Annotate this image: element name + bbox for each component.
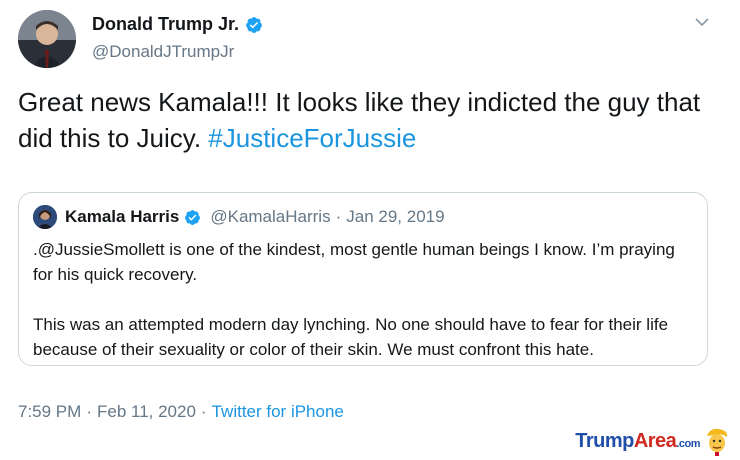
watermark-logo-icon: [707, 428, 728, 456]
quoted-author-handle[interactable]: @KamalaHarris: [210, 207, 330, 227]
author-name-row: Donald Trump Jr.: [92, 14, 263, 35]
quoted-tweet[interactable]: Kamala Harris @KamalaHarris · Jan 29, 20…: [18, 192, 708, 366]
quoted-author-avatar-image: [33, 205, 57, 229]
quoted-separator: ·: [335, 207, 342, 226]
meta-separator: ·: [86, 402, 92, 421]
author-handle[interactable]: @DonaldJTrumpJr: [92, 42, 234, 62]
watermark: TrumpArea.com: [575, 426, 730, 456]
chevron-down-icon[interactable]: [694, 14, 710, 30]
watermark-suffix: .com: [676, 437, 700, 450]
quoted-date[interactable]: Jan 29, 2019: [346, 207, 444, 227]
meta-separator-2: ·: [200, 402, 207, 421]
author-avatar-image: [18, 10, 76, 68]
verified-badge-icon: [246, 16, 262, 33]
tweet-text: Great news Kamala!!! It looks like they …: [18, 84, 718, 156]
hashtag-link[interactable]: #JusticeForJussie: [208, 123, 416, 153]
quoted-body: .@JussieSmollett is one of the kindest, …: [33, 237, 693, 362]
tweet-metadata: 7:59 PM · Feb 11, 2020 · Twitter for iPh…: [18, 402, 344, 422]
author-avatar[interactable]: [18, 10, 76, 68]
quoted-author-name[interactable]: Kamala Harris: [65, 207, 179, 227]
watermark-part2: Area: [633, 429, 677, 452]
quoted-author-avatar: [33, 205, 57, 229]
tweet-date[interactable]: Feb 11, 2020: [97, 402, 196, 422]
quoted-paragraph-1: .@JussieSmollett is one of the kindest, …: [33, 240, 675, 284]
tweet-time[interactable]: 7:59 PM: [18, 402, 81, 422]
quoted-paragraph-2: This was an attempted modern day lynchin…: [33, 315, 669, 359]
watermark-part1: Trump: [575, 429, 634, 452]
quoted-header: Kamala Harris @KamalaHarris · Jan 29, 20…: [65, 207, 445, 227]
quoted-verified-badge-icon: [185, 209, 201, 225]
tweet-source-link[interactable]: Twitter for iPhone: [212, 402, 344, 422]
watermark-text: TrumpArea.com: [575, 430, 700, 453]
author-name[interactable]: Donald Trump Jr.: [92, 14, 239, 35]
